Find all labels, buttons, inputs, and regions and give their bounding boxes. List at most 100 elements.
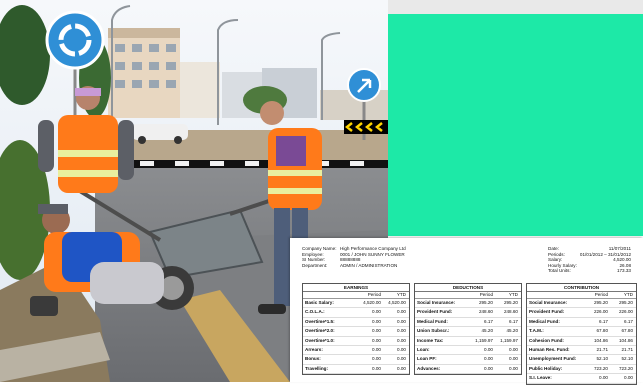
payslip-left-values: High Performance Company Ltd 0001 / JOHN… bbox=[340, 246, 406, 268]
table-row: Medical Fund: 6.17 6.17 bbox=[415, 318, 521, 328]
row-ytd-value: 45.20 bbox=[506, 328, 519, 334]
row-label: Public Holiday: bbox=[529, 365, 563, 371]
table-row: Overtime*1.0: 0.00 0.00 bbox=[303, 337, 409, 346]
row-label: Income Tax: bbox=[417, 337, 444, 343]
chevron-warning-sign-icon bbox=[344, 120, 388, 134]
value-company-name: High Performance Company Ltd bbox=[340, 246, 406, 251]
table-row: Human Res. Fund: 21.71 21.71 bbox=[527, 346, 636, 356]
row-label: Medical Fund: bbox=[529, 318, 560, 324]
section-deductions: DEDUCTIONS Period YTD Social Insurance: 295.… bbox=[414, 283, 522, 376]
label-company-name: Company Name: bbox=[302, 246, 337, 251]
row-ytd-value: 723.20 bbox=[618, 365, 633, 371]
row-ytd-value: 0.00 bbox=[397, 328, 406, 334]
table-row: C.O.L.A.: 0.00 0.00 bbox=[303, 308, 409, 318]
label-total-units: Total Units: bbox=[548, 268, 571, 274]
column-header-period: Period bbox=[594, 292, 608, 297]
row-ytd-value: 0.00 bbox=[397, 318, 406, 324]
table-row: Bonus: 0.00 0.00 bbox=[303, 355, 409, 365]
table-row: T.A.M.: 67.80 67.80 bbox=[527, 327, 636, 337]
row-label: Social Insurance: bbox=[417, 300, 456, 305]
row-period-value: 0.00 bbox=[372, 346, 381, 352]
row-label: Unemployment Fund: bbox=[529, 356, 577, 362]
table-row: Arrears: 0.00 0.00 bbox=[303, 346, 409, 356]
row-period-value: 45.20 bbox=[481, 328, 494, 334]
row-ytd-value: 6.17 bbox=[509, 318, 518, 324]
row-label: Loan: bbox=[417, 346, 430, 352]
row-period-value: 67.80 bbox=[596, 328, 609, 334]
row-label: Human Res. Fund: bbox=[529, 346, 570, 352]
table-row: Overtime*1.5: 0.00 0.00 bbox=[303, 318, 409, 328]
row-ytd-value: 4,520.00 bbox=[388, 300, 406, 305]
row-label: Advances: bbox=[417, 365, 441, 371]
column-header-period: Period bbox=[367, 292, 381, 297]
row-ytd-value: 0.00 bbox=[509, 356, 518, 362]
section-column-headers: Period YTD bbox=[527, 292, 636, 299]
value-total-units: 173.33 bbox=[616, 268, 631, 274]
row-label: Medical Fund: bbox=[417, 318, 448, 324]
row-label: Overtime*2.0: bbox=[305, 328, 335, 334]
row-period-value: 1,159.97 bbox=[475, 337, 493, 343]
row-ytd-value: 52.10 bbox=[621, 356, 634, 362]
row-ytd-value: 0.00 bbox=[509, 365, 518, 371]
row-label: Travelling: bbox=[305, 365, 328, 371]
row-label: C.O.L.A.: bbox=[305, 309, 325, 315]
row-period-value: 0.00 bbox=[372, 309, 381, 315]
section-column-headers: Period YTD bbox=[303, 292, 409, 299]
table-row: Provident Fund: 248.60 248.60 bbox=[415, 308, 521, 318]
section-earnings: EARNINGS Period YTD Basic Salary: 4,520.00 4,… bbox=[302, 283, 410, 376]
row-ytd-value: 0.00 bbox=[397, 309, 406, 315]
section-title: CONTRIBUTION bbox=[527, 284, 636, 292]
row-label: Overtime*1.5: bbox=[305, 318, 335, 324]
row-ytd-value: 1,159.97 bbox=[500, 337, 518, 343]
row-label: Overtime*1.0: bbox=[305, 337, 335, 343]
row-period-value: 6.17 bbox=[484, 318, 493, 324]
table-row: Public Holiday: 723.20 723.20 bbox=[527, 365, 636, 375]
table-row: Travelling: 0.00 0.00 bbox=[303, 365, 409, 375]
row-period-value: 0.00 bbox=[372, 365, 381, 371]
table-row: Income Tax: 1,159.97 1,159.97 bbox=[415, 337, 521, 346]
row-ytd-value: 248.60 bbox=[503, 309, 518, 315]
table-row: Loan PF: 0.00 0.00 bbox=[415, 355, 521, 365]
row-ytd-value: 104.86 bbox=[618, 337, 633, 343]
table-row: Social Insurance: 295.20 295.20 bbox=[415, 299, 521, 309]
row-label: Bonus: bbox=[305, 356, 321, 362]
row-ytd-value: 0.00 bbox=[509, 346, 518, 352]
row-period-value: 0.00 bbox=[484, 356, 493, 362]
row-label: Social Insurance: bbox=[529, 300, 568, 305]
row-period-value: 226.00 bbox=[593, 309, 608, 315]
row-label: T.A.M.: bbox=[529, 328, 544, 334]
section-title: DEDUCTIONS bbox=[415, 284, 521, 292]
payslip-right-values: 11/07/2011 01/01/2012 – 31/01/2012 4,520… bbox=[580, 246, 631, 274]
row-period-value: 21.71 bbox=[596, 346, 609, 352]
table-row: Medical Fund: 6.17 6.17 bbox=[527, 318, 636, 328]
row-period-value: 0.00 bbox=[372, 328, 381, 334]
label-department: Department: bbox=[302, 262, 328, 268]
section-column-headers: Period YTD bbox=[415, 292, 521, 299]
table-row: Social Insurance: 295.20 295.20 bbox=[527, 299, 636, 309]
row-label: Basic Salary: bbox=[305, 300, 334, 305]
table-row: Union Subscr.: 45.20 45.20 bbox=[415, 327, 521, 337]
row-label: Loan PF: bbox=[417, 356, 437, 362]
payslip-left-labels: Company Name: Employee: SI Number: Depar… bbox=[302, 246, 336, 268]
row-label: Provident Fund: bbox=[529, 309, 565, 315]
row-ytd-value: 0.00 bbox=[397, 365, 406, 371]
column-header-ytd: YTD bbox=[623, 292, 633, 297]
row-label: Arrears: bbox=[305, 346, 323, 352]
row-period-value: 295.20 bbox=[478, 300, 493, 305]
row-period-value: 0.00 bbox=[484, 346, 493, 352]
table-row: Overtime*2.0: 0.00 0.00 bbox=[303, 327, 409, 337]
value-department: ADMIN / ADMINISTRATION bbox=[340, 262, 398, 268]
row-ytd-value: 21.71 bbox=[621, 346, 634, 352]
column-header-period: Period bbox=[479, 292, 493, 297]
row-ytd-value: 295.20 bbox=[618, 300, 633, 305]
window-titlebar bbox=[388, 0, 643, 15]
row-ytd-value: 295.20 bbox=[503, 300, 518, 305]
table-row: Cohesion Fund: 104.86 104.86 bbox=[527, 337, 636, 346]
row-label: Provident Fund: bbox=[417, 309, 453, 315]
section-contribution: CONTRIBUTION Period YTD Social Insurance: 29… bbox=[526, 283, 637, 385]
row-period-value: 0.00 bbox=[372, 356, 381, 362]
row-period-value: 0.00 bbox=[599, 375, 608, 381]
row-period-value: 723.20 bbox=[593, 365, 608, 371]
row-ytd-value: 0.00 bbox=[397, 346, 406, 352]
row-ytd-value: 67.80 bbox=[621, 328, 634, 334]
